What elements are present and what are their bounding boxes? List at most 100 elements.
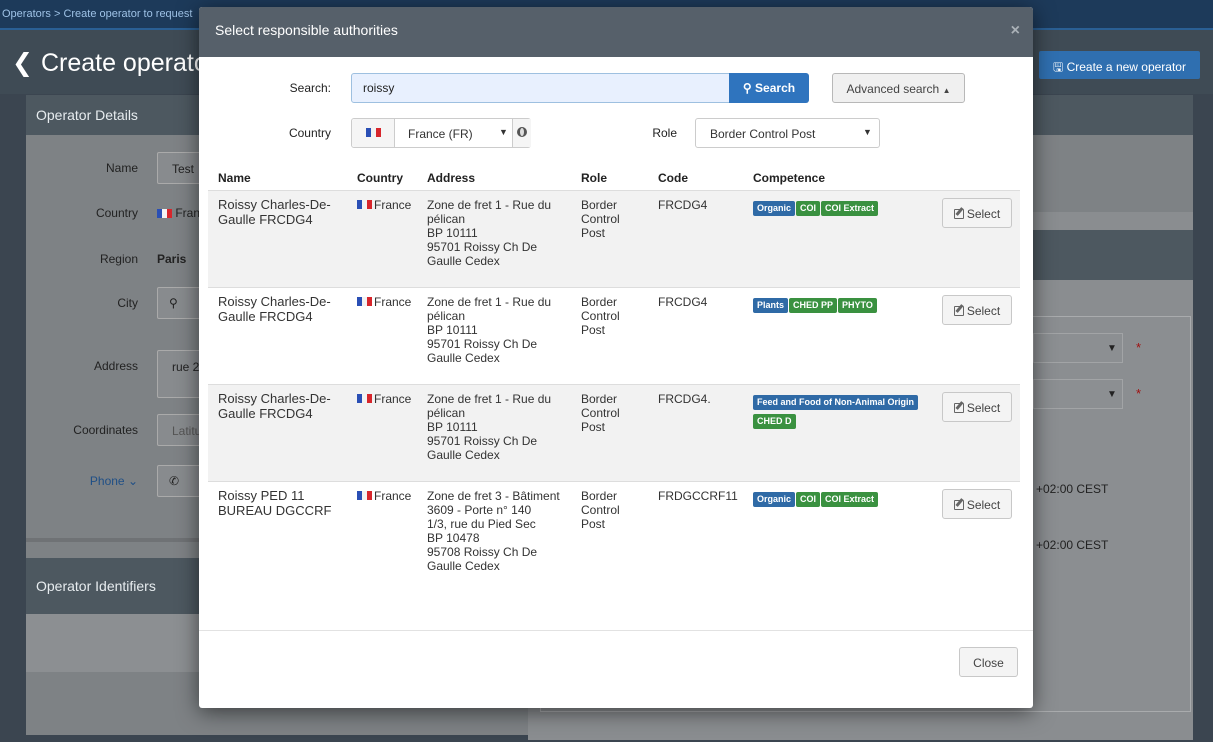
authority-name: Roissy Charles-De-Gaulle FRCDG4: [218, 197, 331, 227]
back-chevron-icon[interactable]: ❮: [12, 48, 33, 78]
france-flag-icon: [357, 200, 372, 210]
region-value: Paris: [157, 252, 187, 266]
caret-down-icon: ▼: [1107, 343, 1117, 354]
authority-country: France: [357, 198, 411, 212]
country-select-value: France (FR): [408, 127, 473, 141]
authority-address: Zone de fret 1 - Rue du pélican BP 10111…: [427, 295, 575, 365]
edit-icon: [953, 403, 964, 413]
column-header-role[interactable]: Role: [581, 171, 607, 185]
address-line: 95708 Roissy Ch De Gaulle Cedex: [427, 545, 538, 573]
advanced-search-button[interactable]: Advanced search ▲: [832, 73, 965, 103]
address-line: Zone de fret 1 - Rue du pélican: [427, 198, 552, 226]
authority-role: Border Control Post: [581, 489, 620, 531]
save-icon: 🖫: [1053, 60, 1064, 74]
competence-badge: COI Extract: [821, 201, 879, 216]
role-select-value: Border Control Post: [710, 127, 816, 141]
required-marker: *: [1136, 340, 1142, 355]
authority-code: FRCDG4: [658, 295, 708, 309]
select-button-label: Select: [966, 401, 1001, 415]
address-label: Address: [93, 359, 138, 373]
authority-role: Border Control Post: [581, 392, 620, 434]
column-header-code[interactable]: Code: [658, 171, 688, 185]
competence-badge: COI Extract: [821, 492, 879, 507]
search-input[interactable]: [351, 73, 730, 103]
competence-badges: Feed and Food of Non-Animal Origin CHED D: [753, 394, 938, 432]
country-value-bg: Fran: [157, 206, 200, 220]
address-line: 95701 Roissy Ch De Gaulle Cedex: [427, 337, 538, 365]
table-row[interactable]: Roissy Charles-De-Gaulle FRCDG4 France Z…: [208, 190, 1020, 287]
select-button-label: Select: [966, 207, 1001, 221]
globe-button[interactable]: [512, 119, 531, 147]
breadcrumb[interactable]: Operators > Create operator to request: [2, 8, 192, 20]
france-flag-icon: [366, 128, 381, 137]
select-button-label: Select: [966, 304, 1001, 318]
address-line: Zone de fret 1 - Rue du pélican: [427, 295, 552, 323]
column-header-competence[interactable]: Competence: [753, 171, 825, 185]
table-row[interactable]: Roissy PED 11 BUREAU DGCCRF France Zone …: [208, 481, 1020, 611]
authority-code: FRCDG4: [658, 198, 708, 212]
competence-badge: Feed and Food of Non-Animal Origin: [753, 395, 918, 410]
column-header-name[interactable]: Name: [218, 171, 251, 185]
dialog-header: Select responsible authorities ×: [199, 7, 1033, 57]
edit-icon: [953, 306, 964, 316]
authority-country-text: France: [374, 392, 412, 406]
address-line: Zone de fret 1 - Rue du pélican: [427, 392, 552, 420]
country-text-bg: Fran: [175, 206, 201, 220]
country-select[interactable]: France (FR) ▼: [351, 118, 531, 148]
authority-role: Border Control Post: [581, 295, 620, 337]
caret-up-icon: ▲: [942, 86, 951, 95]
column-header-address[interactable]: Address: [427, 171, 475, 185]
coordinates-label: Coordinates: [73, 423, 138, 437]
operator-identifiers-body: [26, 614, 206, 672]
address-line: Zone de fret 3 - Bâtiment 3609 - Porte n…: [427, 489, 560, 517]
authority-name: Roissy PED 11 BUREAU DGCCRF: [218, 488, 332, 518]
select-button[interactable]: Select: [942, 489, 1012, 519]
address-value: rue 2: [172, 360, 200, 374]
phone-label-text: Phone: [89, 474, 125, 488]
close-icon[interactable]: ×: [1011, 22, 1020, 40]
timezone-text: +02:00 CEST: [1036, 538, 1109, 552]
authority-address: Zone de fret 1 - Rue du pélican BP 10111…: [427, 392, 575, 462]
phone-label[interactable]: Phone ⌄: [18, 474, 138, 488]
select-button[interactable]: Select: [942, 198, 1012, 228]
close-button[interactable]: Close: [959, 647, 1018, 677]
page-title-text: Create operator: [40, 49, 217, 77]
caret-down-icon: ▼: [1107, 389, 1117, 400]
table-row[interactable]: Roissy Charles-De-Gaulle FRCDG4 France Z…: [208, 384, 1020, 481]
competence-badges: Organic COI COI Extract: [753, 491, 938, 510]
column-header-country[interactable]: Country: [357, 171, 403, 185]
region-label: Region: [99, 252, 138, 266]
table-row[interactable]: Roissy Charles-De-Gaulle FRCDG4 France Z…: [208, 287, 1020, 384]
dialog-title: Select responsible authorities: [215, 22, 398, 38]
competence-badge: COI: [796, 492, 821, 507]
search-button[interactable]: ⚲ Search: [729, 73, 809, 103]
city-label: City: [117, 296, 138, 310]
dialog-footer-divider: [199, 630, 1033, 631]
authority-country-text: France: [374, 295, 412, 309]
edit-icon: [953, 209, 964, 219]
select-button[interactable]: Select: [942, 392, 1012, 422]
competence-badge: Organic: [753, 201, 796, 216]
authority-country-text: France: [374, 198, 412, 212]
caret-down-icon: ▼: [499, 127, 508, 137]
operator-details-title: Operator Details: [36, 107, 138, 123]
name-label: Name: [105, 161, 138, 175]
competence-badges: Organic COI COI Extract: [753, 200, 938, 219]
page-title: ❮ Create operator: [12, 48, 216, 78]
competence-badge: Organic: [753, 492, 796, 507]
competence-badge: Plants: [753, 298, 789, 313]
address-line: BP 10111: [427, 323, 478, 337]
operator-identifiers-title: Operator Identifiers: [36, 578, 156, 594]
authority-country: France: [357, 295, 411, 309]
select-authorities-dialog: Select responsible authorities × Search:…: [199, 7, 1033, 708]
phone-icon: ✆: [169, 474, 180, 488]
select-button[interactable]: Select: [942, 295, 1012, 325]
role-filter-label: Role: [652, 126, 677, 140]
panel-divider: [26, 538, 206, 542]
search-icon: ⚲: [742, 81, 752, 95]
address-line: BP 10478: [427, 531, 480, 545]
role-select[interactable]: Border Control Post ▼: [695, 118, 880, 148]
create-new-operator-button[interactable]: 🖫 Create a new operator: [1039, 51, 1200, 79]
operator-identifiers-header: Operator Identifiers: [26, 558, 206, 614]
name-value: Test: [172, 162, 195, 176]
